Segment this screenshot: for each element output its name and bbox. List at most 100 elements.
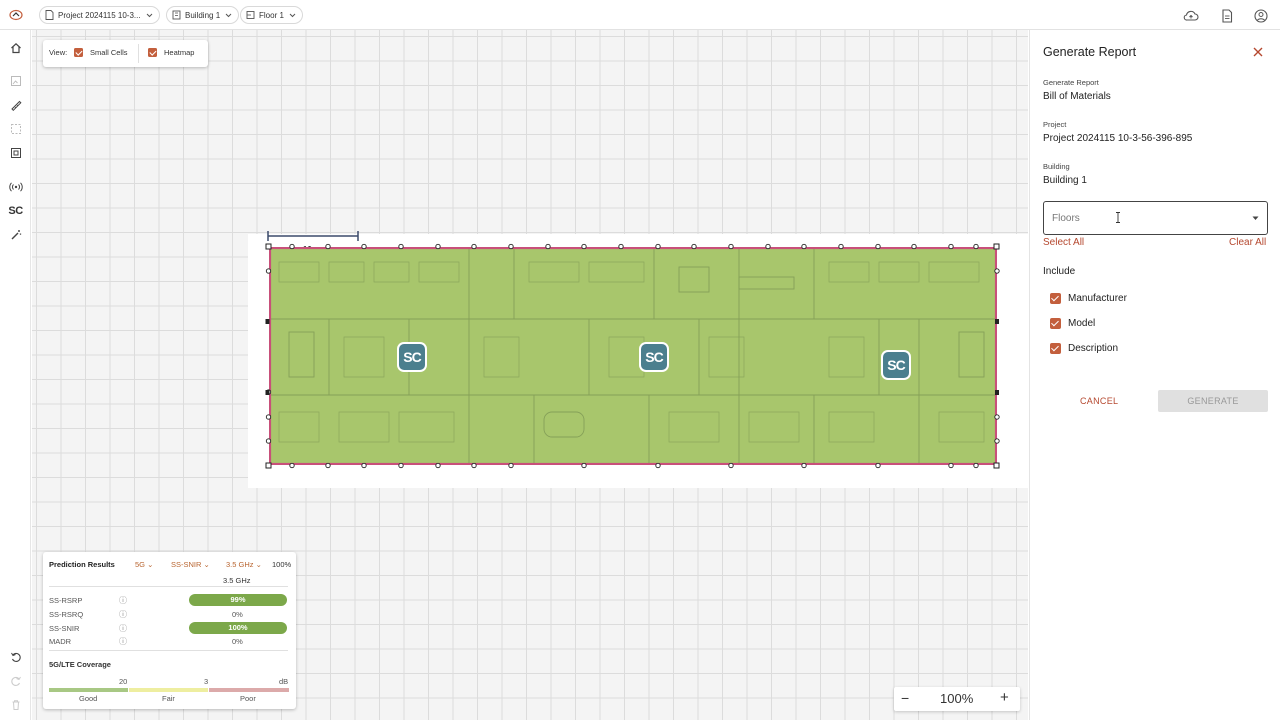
left-toolbar: SC — [0, 30, 31, 720]
top-bar: Project 2024115 10-3... Building 1 Floor… — [0, 0, 1280, 30]
redo-button[interactable] — [8, 673, 23, 688]
small-cells-checkbox[interactable] — [74, 48, 83, 57]
small-cell-marker[interactable]: SC — [881, 350, 911, 380]
antenna-tool-button[interactable] — [8, 179, 23, 194]
chevron-down-icon — [225, 13, 232, 17]
prediction-title: Prediction Results — [49, 560, 115, 569]
generate-button[interactable]: GENERATE — [1158, 390, 1268, 412]
manufacturer-checkbox[interactable] — [1050, 293, 1061, 304]
coverage-bar: 99% — [189, 594, 287, 606]
select-area-button[interactable] — [8, 121, 23, 136]
prediction-results-panel: Prediction Results 5G ⌄ SS-SNIR ⌄ 3.5 GH… — [43, 552, 296, 709]
floor-breadcrumb[interactable]: Floor 1 — [240, 6, 303, 24]
small-cell-tool-button[interactable]: SC — [8, 203, 23, 218]
coverage-value: 0% — [232, 637, 243, 646]
view-label: View: — [49, 48, 68, 57]
legend-poor-swatch — [209, 688, 289, 692]
floorplan-tool-button[interactable] — [8, 73, 23, 88]
heatmap-label: Heatmap — [164, 48, 195, 57]
info-icon[interactable]: ⓘ — [119, 623, 127, 634]
legend-poor-label: Poor — [240, 694, 256, 703]
cloud-upload-icon[interactable] — [1183, 9, 1199, 23]
divider — [49, 650, 288, 651]
legend-fair-swatch — [129, 688, 208, 692]
clear-all-link[interactable]: Clear All — [1229, 237, 1266, 248]
floors-select[interactable]: Floors — [1043, 201, 1268, 235]
tech-value: 5G — [135, 560, 146, 569]
home-button[interactable] — [8, 40, 23, 55]
project-breadcrumb-label: Project 2024115 10-3... — [58, 10, 141, 20]
chevron-down-icon: ⌄ — [147, 560, 154, 569]
cancel-button[interactable]: CANCEL — [1080, 396, 1118, 406]
zoom-controls: − 100% + — [894, 687, 1020, 711]
project-value: Project 2024115 10-3-56-396-895 — [1043, 133, 1193, 144]
undo-icon — [10, 652, 21, 662]
metric-name: MADR — [49, 637, 72, 646]
band-dropdown[interactable]: 3.5 GHz ⌄ — [226, 560, 262, 569]
user-account-icon[interactable] — [1254, 9, 1268, 23]
home-icon — [10, 42, 21, 53]
document-icon — [45, 10, 54, 20]
manufacturer-label: Manufacturer — [1068, 293, 1127, 304]
text-cursor-icon — [1116, 212, 1120, 223]
info-icon[interactable]: ⓘ — [119, 595, 127, 606]
delete-button[interactable] — [8, 697, 23, 712]
legend-fair-label: Fair — [162, 694, 175, 703]
panel-title: Generate Report — [1043, 45, 1137, 59]
trash-icon — [12, 699, 19, 710]
floor-breadcrumb-label: Floor 1 — [259, 10, 284, 20]
building-breadcrumb-label: Building 1 — [185, 10, 221, 20]
legend-good-label: Good — [79, 694, 98, 703]
model-label: Model — [1068, 318, 1096, 329]
report-type-value: Bill of Materials — [1043, 91, 1111, 102]
chevron-down-icon — [146, 13, 152, 17]
small-cell-label: SC — [883, 352, 909, 378]
building-value: Building 1 — [1043, 175, 1087, 186]
building-label: Building — [1043, 162, 1070, 171]
undo-button[interactable] — [8, 649, 23, 664]
tech-dropdown[interactable]: 5G ⌄ — [135, 560, 153, 569]
magic-wand-button[interactable] — [8, 227, 23, 242]
threshold-good: 20 — [119, 677, 128, 686]
floor-icon — [246, 11, 255, 19]
divider — [138, 44, 139, 63]
chevron-down-icon: ⌄ — [203, 560, 210, 569]
small-cell-marker[interactable]: SC — [397, 342, 427, 372]
overall-percent: 100% — [272, 560, 292, 569]
info-icon[interactable]: ⓘ — [119, 636, 127, 647]
divider — [49, 586, 288, 587]
threshold-fair: 3 — [204, 677, 209, 686]
region-icon — [10, 147, 21, 158]
small-cell-marker[interactable]: SC — [639, 342, 669, 372]
heatmap-checkbox[interactable] — [148, 48, 157, 57]
info-icon[interactable]: ⓘ — [119, 609, 127, 620]
select-all-link[interactable]: Select All — [1043, 237, 1084, 248]
description-checkbox[interactable] — [1050, 343, 1061, 354]
coverage-bar: 100% — [189, 622, 287, 634]
measure-tool-button[interactable] — [8, 97, 23, 112]
include-label: Include — [1043, 266, 1076, 277]
metric-name: SS-SNIR — [49, 624, 80, 633]
coverage-legend-title: 5G/LTE Coverage — [49, 660, 111, 669]
zoom-out-button[interactable]: − — [901, 690, 909, 706]
metric-dropdown[interactable]: SS-SNIR ⌄ — [171, 560, 210, 569]
metric-name: SS-RSRP — [49, 596, 83, 605]
image-icon — [10, 75, 21, 86]
caret-down-icon — [1252, 216, 1259, 220]
close-icon[interactable] — [1253, 47, 1263, 57]
project-breadcrumb[interactable]: Project 2024115 10-3... — [39, 6, 160, 24]
chevron-down-icon — [289, 13, 296, 17]
app-logo-icon[interactable] — [9, 8, 23, 22]
report-document-icon[interactable] — [1220, 9, 1234, 23]
model-checkbox[interactable] — [1050, 318, 1061, 329]
coverage-value: 0% — [232, 610, 243, 619]
region-tool-button[interactable] — [8, 145, 23, 160]
building-breadcrumb[interactable]: Building 1 — [166, 6, 240, 24]
metric-value: SS-SNIR — [171, 560, 202, 569]
zoom-level: 100% — [940, 691, 974, 706]
zoom-in-button[interactable]: + — [1000, 689, 1009, 706]
view-options-panel: View: Small Cells Heatmap — [43, 40, 208, 67]
ruler-icon — [10, 100, 22, 111]
magic-wand-icon — [11, 229, 21, 239]
description-label: Description — [1068, 343, 1119, 354]
